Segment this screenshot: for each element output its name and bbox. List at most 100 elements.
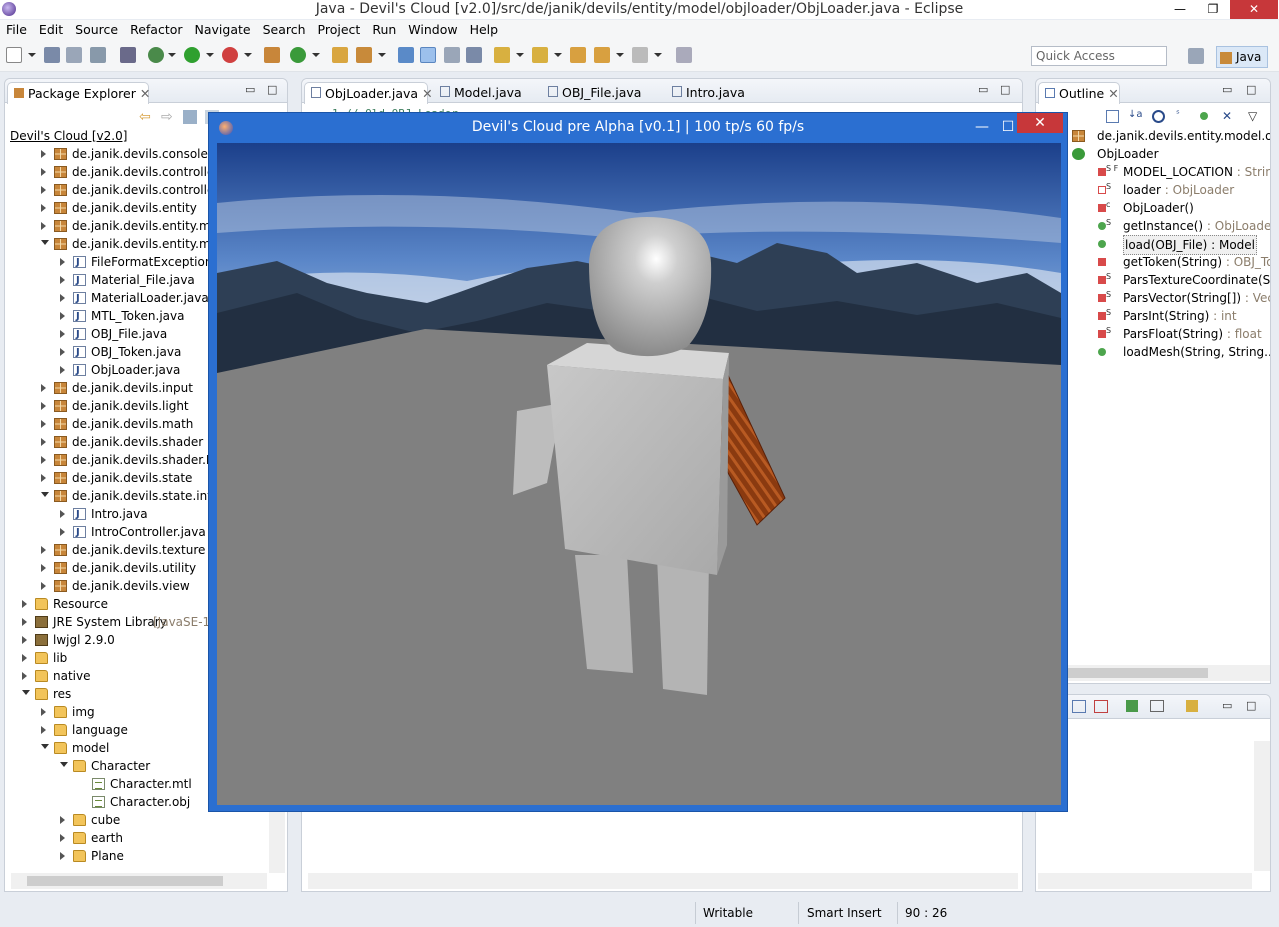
expand-arrow-icon[interactable] <box>41 222 46 230</box>
forward-icon[interactable]: ⇨ <box>161 109 173 125</box>
expand-arrow-icon[interactable] <box>60 510 65 518</box>
expand-arrow-icon[interactable] <box>60 816 65 824</box>
expand-arrow-icon[interactable] <box>22 654 27 662</box>
maximize-button[interactable]: ❐ <box>1198 0 1228 19</box>
collapse-arrow-icon[interactable] <box>41 744 49 749</box>
menu-project[interactable]: Project <box>312 20 367 39</box>
open-perspective-icon[interactable] <box>1188 48 1204 64</box>
maximize-view-icon[interactable]: □ <box>1000 83 1010 96</box>
tab-obj-file[interactable]: OBJ_File.java <box>542 82 647 104</box>
maximize-view-icon[interactable]: □ <box>1246 699 1256 712</box>
expand-arrow-icon[interactable] <box>41 204 46 212</box>
project-name[interactable]: Devil's Cloud [v2.0] <box>10 129 127 143</box>
collapse-arrow-icon[interactable] <box>41 492 49 497</box>
collapse-all-icon[interactable] <box>1106 110 1119 123</box>
print-icon[interactable] <box>90 47 106 63</box>
whitespace-icon[interactable] <box>466 47 482 63</box>
hide-fields-icon[interactable] <box>1152 110 1165 123</box>
outline-item[interactable]: loadMesh(String, String...) : <box>1036 343 1270 361</box>
maximize-view-icon[interactable]: □ <box>267 83 277 96</box>
search-icon[interactable] <box>356 47 372 63</box>
expand-arrow-icon[interactable] <box>60 852 65 860</box>
close-icon[interactable]: ✕ <box>422 86 432 101</box>
block-selection-icon[interactable] <box>444 47 460 63</box>
horizontal-scrollbar[interactable] <box>1038 873 1252 889</box>
scrollbar-thumb[interactable] <box>1066 668 1208 678</box>
expand-arrow-icon[interactable] <box>41 456 46 464</box>
chevron-down-icon[interactable] <box>554 53 562 57</box>
chevron-down-icon[interactable] <box>28 53 36 57</box>
menu-search[interactable]: Search <box>257 20 312 39</box>
tab-model[interactable]: Model.java <box>434 82 528 104</box>
save-all-icon[interactable] <box>66 47 82 63</box>
expand-arrow-icon[interactable] <box>41 402 46 410</box>
expand-arrow-icon[interactable] <box>60 834 65 842</box>
expand-arrow-icon[interactable] <box>60 330 65 338</box>
mark-occurrences-icon[interactable] <box>420 47 436 63</box>
open-console-icon[interactable] <box>1186 700 1198 712</box>
new-icon[interactable] <box>6 47 22 63</box>
forward-icon[interactable] <box>632 47 648 63</box>
tab-objloader[interactable]: ObjLoader.java ✕ <box>304 82 433 104</box>
external-tools-icon[interactable] <box>120 47 136 63</box>
remove-launch-icon[interactable] <box>1094 700 1108 713</box>
outline-item[interactable]: Sloader : ObjLoader <box>1036 181 1270 199</box>
menu-file[interactable]: File <box>0 20 33 39</box>
expand-arrow-icon[interactable] <box>22 672 27 680</box>
menu-navigate[interactable]: Navigate <box>189 20 257 39</box>
expand-arrow-icon[interactable] <box>22 636 27 644</box>
expand-arrow-icon[interactable] <box>41 546 46 554</box>
expand-arrow-icon[interactable] <box>41 420 46 428</box>
expand-arrow-icon[interactable] <box>60 276 65 284</box>
chevron-down-icon[interactable] <box>378 53 386 57</box>
minimize-view-icon[interactable]: ▭ <box>1222 83 1232 96</box>
outline-item[interactable]: c ObjLoader() <box>1036 199 1270 217</box>
coverage-icon[interactable] <box>222 47 238 63</box>
game-close-button[interactable]: ✕ <box>1017 113 1063 133</box>
minimize-view-icon[interactable]: ▭ <box>978 83 988 96</box>
menu-source[interactable]: Source <box>69 20 124 39</box>
outline-item[interactable]: S ParsFloat(String) : float <box>1036 325 1270 343</box>
maximize-view-icon[interactable]: □ <box>1246 83 1256 96</box>
tab-package-explorer[interactable]: Package Explorer ✕ <box>7 82 150 104</box>
expand-arrow-icon[interactable] <box>41 564 46 572</box>
status-insert-mode[interactable]: Smart Insert <box>807 906 882 920</box>
outline-item[interactable]: S ParsInt(String) : int <box>1036 307 1270 325</box>
chevron-down-icon[interactable] <box>616 53 624 57</box>
java-perspective-button[interactable]: Java <box>1216 46 1268 68</box>
menu-refactor[interactable]: Refactor <box>124 20 188 39</box>
next-annotation-icon[interactable] <box>494 47 510 63</box>
game-minimize-button[interactable]: — <box>969 113 995 141</box>
minimize-view-icon[interactable]: ▭ <box>1222 699 1232 712</box>
outline-item[interactable]: S F MODEL_LOCATION : String <box>1036 163 1270 181</box>
expand-arrow-icon[interactable] <box>60 366 65 374</box>
expand-arrow-icon[interactable] <box>60 258 65 266</box>
outline-item[interactable]: ObjLoader <box>1036 145 1270 163</box>
close-icon[interactable]: ✕ <box>1108 86 1118 101</box>
expand-arrow-icon[interactable] <box>22 618 27 626</box>
last-edit-icon[interactable] <box>570 47 586 63</box>
menu-run[interactable]: Run <box>366 20 402 39</box>
save-icon[interactable] <box>44 47 60 63</box>
close-button[interactable]: ✕ <box>1230 0 1278 19</box>
expand-arrow-icon[interactable] <box>41 438 46 446</box>
open-type-icon[interactable] <box>332 47 348 63</box>
expand-arrow-icon[interactable] <box>22 600 27 608</box>
run-icon[interactable] <box>184 47 200 63</box>
display-console-icon[interactable] <box>1150 700 1164 712</box>
hide-static-icon[interactable]: ˢ <box>1176 109 1180 120</box>
minimize-button[interactable]: — <box>1165 0 1195 19</box>
quick-access-input[interactable]: Quick Access <box>1031 46 1167 66</box>
horizontal-scrollbar[interactable] <box>1066 665 1270 681</box>
minimize-view-icon[interactable]: ▭ <box>245 83 255 96</box>
view-menu-icon[interactable]: ▽ <box>1248 109 1257 123</box>
close-icon[interactable]: ✕ <box>140 86 150 101</box>
outline-item[interactable]: de.janik.devils.entity.model.objl <box>1036 127 1270 145</box>
expand-arrow-icon[interactable] <box>41 168 46 176</box>
expand-arrow-icon[interactable] <box>41 384 46 392</box>
expand-arrow-icon[interactable] <box>41 474 46 482</box>
tab-outline[interactable]: Outline ✕ <box>1038 82 1120 104</box>
expand-arrow-icon[interactable] <box>60 348 65 356</box>
pin-editor-icon[interactable] <box>676 47 692 63</box>
expand-arrow-icon[interactable] <box>41 708 46 716</box>
